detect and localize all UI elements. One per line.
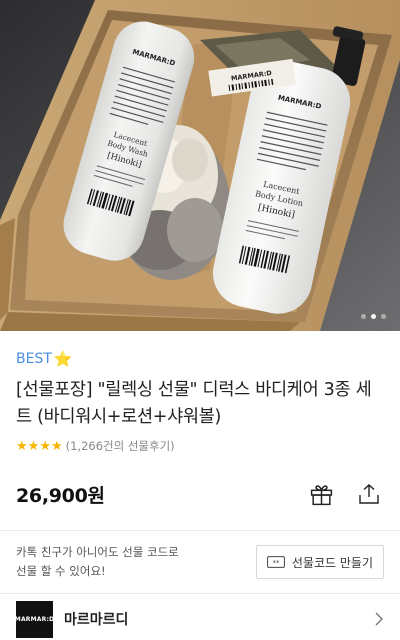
brand-info: MARMAR:D 마르마르디 <box>14 600 129 638</box>
star-icon: ★ <box>50 438 63 454</box>
brand-logo: MARMAR:D <box>14 600 55 638</box>
gift-button[interactable] <box>308 481 334 507</box>
star-icon: ★ <box>27 438 40 454</box>
share-icon <box>359 484 379 504</box>
product-image[interactable]: MARMAR:D Lacecent Body Wash [Hinoki] MAR… <box>0 0 400 331</box>
create-gift-code-label: 선물코드 만들기 <box>291 555 373 570</box>
gift-text-line1: 카톡 친구가 아니어도 선물 코드로 <box>16 545 179 559</box>
star-emoji-icon: ⭐ <box>53 349 73 368</box>
share-button[interactable] <box>356 481 382 507</box>
star-icon: ★ <box>39 438 51 454</box>
gift-code-description: 카톡 친구가 아니어도 선물 코드로 선물 할 수 있어요! <box>16 543 179 581</box>
carousel-dot-active[interactable] <box>371 314 376 319</box>
create-gift-code-button[interactable]: ** 선물코드 만들기 <box>255 545 384 579</box>
brand-logo-text: MARMAR:D <box>14 615 55 623</box>
carousel-indicator <box>361 314 386 319</box>
best-badge: BEST ⭐ <box>16 349 384 369</box>
product-photo: MARMAR:D Lacecent Body Wash [Hinoki] MAR… <box>0 0 400 331</box>
gift-text-line2: 선물 할 수 있어요! <box>16 564 106 578</box>
product-title: [선물포장] "릴렉싱 선물" 디럭스 바디케어 3종 세트 (바디워시+로션+… <box>16 380 372 427</box>
carousel-dot[interactable] <box>361 314 366 319</box>
star-icon: ★ <box>16 438 28 454</box>
review-count[interactable]: (1,266건의 선물후기) <box>66 438 175 454</box>
gift-code-section: 카톡 친구가 아니어도 선물 코드로 선물 할 수 있어요! ** 선물코드 만… <box>0 531 400 593</box>
rating-row[interactable]: ★ ★ ★ ★ (1,266건의 선물후기) <box>16 438 384 454</box>
best-label: BEST <box>16 351 52 367</box>
brand-name: 마르마르디 <box>64 612 129 628</box>
gift-icon <box>310 484 332 505</box>
svg-text:**: ** <box>272 559 280 567</box>
rating-stars: ★ ★ ★ ★ <box>16 440 63 453</box>
price: 26,900원 <box>16 484 105 507</box>
brand-row[interactable]: MARMAR:D 마르마르디 <box>0 594 400 640</box>
code-icon: ** <box>266 556 285 568</box>
price-actions <box>308 481 382 507</box>
chevron-right-icon <box>375 612 383 626</box>
carousel-dot[interactable] <box>381 314 386 319</box>
price-row: 26,900원 <box>16 478 384 510</box>
product-info: BEST ⭐ [선물포장] "릴렉싱 선물" 디럭스 바디케어 3종 세트 (바… <box>0 349 400 510</box>
